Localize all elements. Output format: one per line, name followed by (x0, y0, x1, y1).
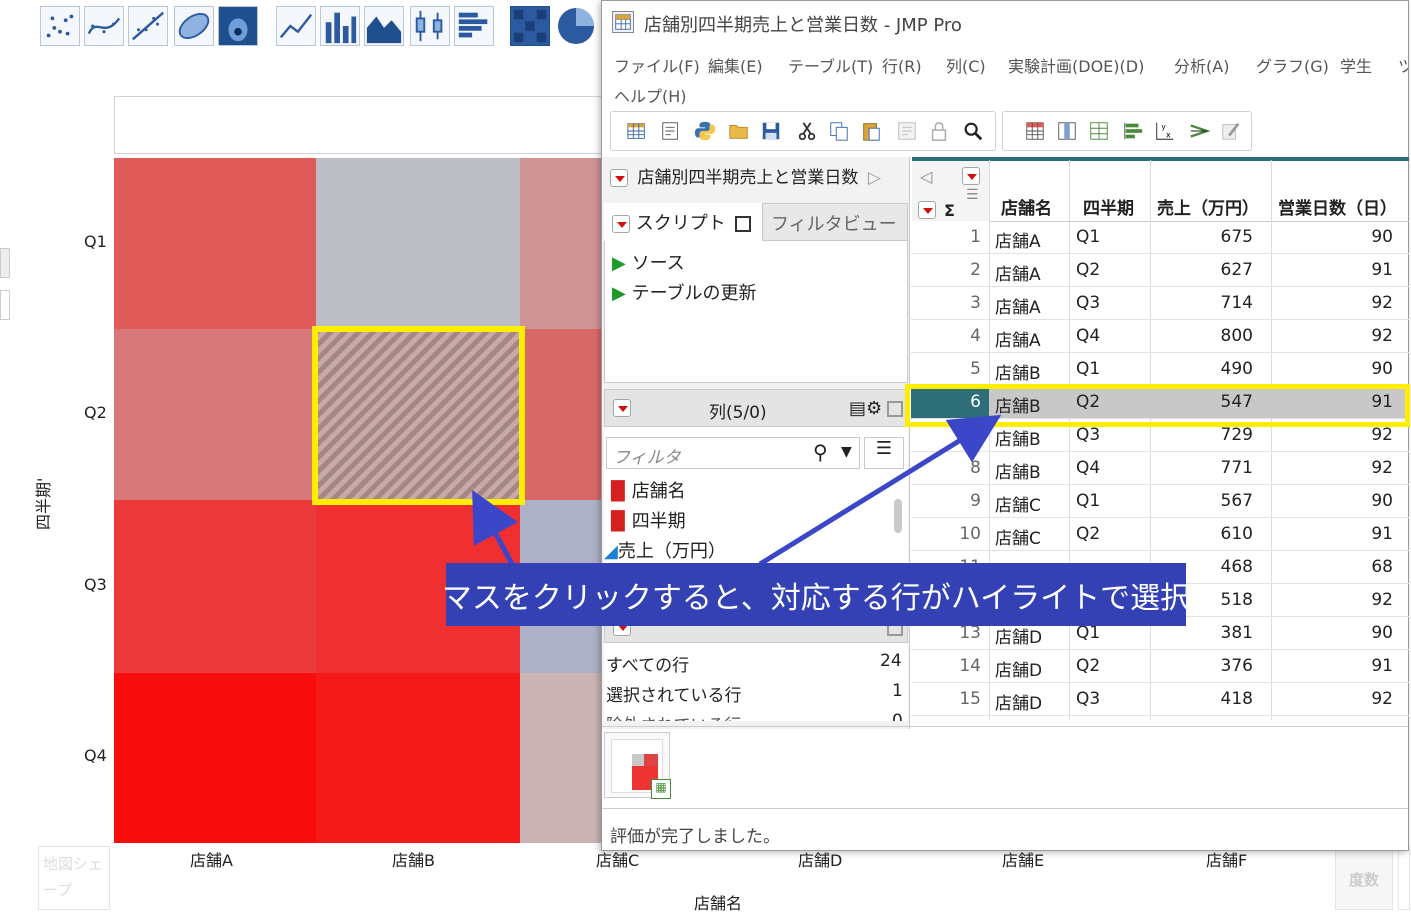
callout-arrows (472, 414, 1002, 567)
callout-box: マスをクリックすると、対応する行がハイライトで選択 (442, 563, 1190, 626)
